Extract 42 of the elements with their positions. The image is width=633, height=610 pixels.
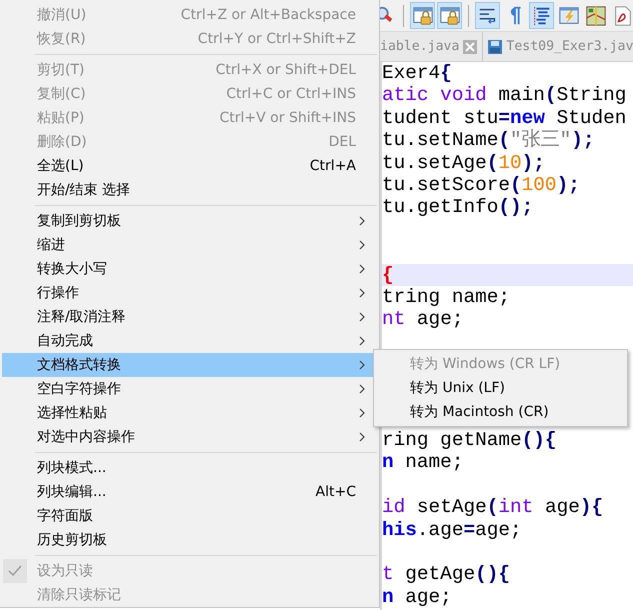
map-icon (584, 4, 606, 26)
code-line: Exer4{ (382, 62, 452, 84)
code-line: { (382, 264, 394, 286)
toolbar-button[interactable] (529, 2, 554, 29)
menu-item[interactable]: 历史剪切板 (2, 528, 377, 552)
code-line: tu.setAge(10); (382, 152, 545, 174)
code-line: t getAge(){ (382, 563, 510, 586)
code-line: id setAge(int age){ (382, 496, 604, 518)
code-line: tring name; (382, 286, 510, 308)
code-line: n name; (382, 451, 464, 474)
toolbar-button[interactable] (437, 2, 462, 29)
code-line: ring getName(){ (382, 429, 557, 452)
menu-item[interactable]: 行操作 (2, 281, 377, 305)
menu-item[interactable]: 空白字符操作 (2, 377, 377, 401)
menu-item[interactable]: 开始/结束 选择 (2, 178, 377, 202)
toolbar-button[interactable] (475, 2, 500, 29)
code-line: n age; (382, 586, 452, 608)
menu-item[interactable]: 列块编辑... Alt+C (2, 480, 377, 504)
code-line: tu.getInfo(); (382, 196, 534, 218)
menu-item[interactable]: 转换大小写 (2, 257, 377, 281)
code-line: tudent stu=new Studen (382, 106, 626, 129)
code-line: tu.setScore(100); (382, 174, 580, 196)
code-line: nt age; (382, 308, 464, 330)
locked-window-icon (438, 4, 460, 26)
code-line: tu.setName("张三"); (382, 129, 595, 152)
toolbar-button[interactable] (410, 2, 435, 29)
check-icon (8, 565, 22, 577)
menu-item[interactable]: 选择性粘贴 (2, 401, 377, 425)
code-line: atic void main(String (382, 84, 626, 106)
menu-item[interactable]: 对选中内容操作 (2, 425, 377, 449)
code-line: his.age=age; (382, 518, 522, 541)
menu-item[interactable]: 全选(L) Ctrl+A (2, 154, 377, 178)
locked-window-icon (412, 4, 434, 26)
menu-item[interactable]: 自动完成 (2, 329, 377, 353)
lightning-window-icon (558, 4, 580, 26)
menu-item[interactable]: 复制到剪切板 (2, 209, 377, 233)
menu-item[interactable]: 缩进 (2, 233, 377, 257)
menu-item[interactable]: 转为 Macintosh (CR) (376, 400, 625, 424)
menu-item[interactable]: 转为 Unix (LF) (376, 376, 625, 400)
menu-item[interactable]: 列块模式... (2, 456, 377, 480)
menu-item[interactable]: 注释/取消注释 (2, 305, 377, 329)
menu-item[interactable]: 字符面版 (2, 504, 377, 528)
